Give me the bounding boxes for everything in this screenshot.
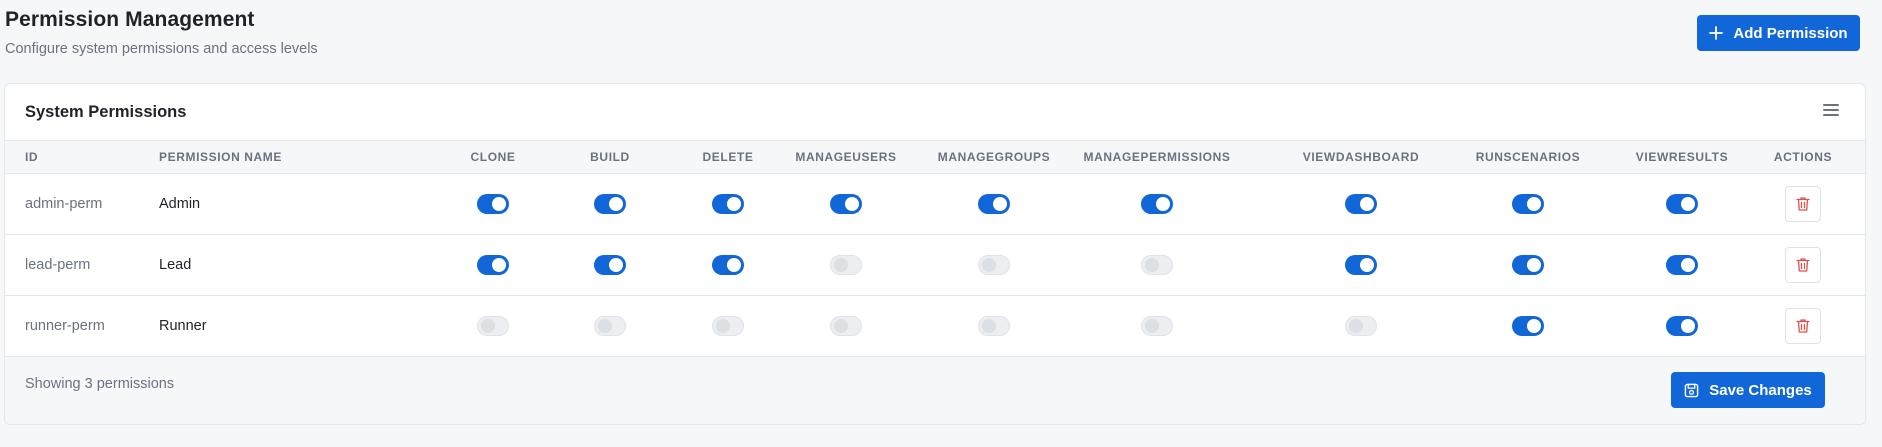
add-permission-label: Add Permission [1733, 24, 1848, 42]
toggle-knob [1360, 197, 1374, 211]
permission-id: lead-perm [25, 257, 91, 273]
toggle-knob [609, 197, 623, 211]
toggle-knob [982, 258, 996, 272]
column-header: ID [25, 150, 39, 164]
toggle-knob [1349, 319, 1363, 333]
column-header: MANAGEPERMISSIONS [1083, 150, 1231, 164]
column-header: VIEWDASHBOARD [1302, 150, 1420, 164]
permissions-count: Showing 3 permissions [25, 376, 175, 392]
save-changes-button[interactable]: Save Changes [1671, 372, 1825, 408]
toggle-knob [1527, 258, 1541, 272]
toggle-knob [845, 197, 859, 211]
toggle-managepermissions[interactable] [1141, 316, 1173, 336]
trash-icon [1796, 319, 1810, 333]
column-header: PERMISSION NAME [159, 150, 283, 164]
permission-id: admin-perm [25, 196, 103, 212]
delete-permission-button[interactable] [1785, 247, 1821, 283]
toggle-runscenarios[interactable] [1512, 194, 1544, 214]
toggle-delete[interactable] [712, 194, 744, 214]
toggle-build[interactable] [594, 316, 626, 336]
toggle-knob [609, 258, 623, 272]
toggle-clone[interactable] [477, 255, 509, 275]
toggle-delete[interactable] [712, 316, 744, 336]
toggle-runscenarios[interactable] [1512, 255, 1544, 275]
toggle-runscenarios[interactable] [1512, 316, 1544, 336]
toggle-managegroups[interactable] [978, 255, 1010, 275]
column-header: MANAGEUSERS [795, 150, 897, 164]
table-footer: Showing 3 permissions Save Changes [5, 357, 1865, 424]
table-row: runner-perm Runner [5, 296, 1865, 357]
column-header: CLONE [470, 150, 516, 164]
toggle-knob [727, 197, 741, 211]
toggle-knob [716, 319, 730, 333]
toggle-build[interactable] [594, 194, 626, 214]
column-header: MANAGEGROUPS [937, 150, 1051, 164]
toggle-knob [1360, 258, 1374, 272]
card-header: System Permissions [5, 84, 1865, 141]
toggle-viewresults[interactable] [1666, 194, 1698, 214]
toggle-manageusers[interactable] [830, 194, 862, 214]
toggle-knob [1681, 258, 1695, 272]
column-header: VIEWRESULTS [1635, 150, 1729, 164]
toggle-managegroups[interactable] [978, 316, 1010, 336]
trash-icon [1796, 258, 1810, 272]
toggle-delete[interactable] [712, 255, 744, 275]
permission-name: Runner [159, 318, 207, 334]
toggle-knob [598, 319, 612, 333]
toggle-knob [1156, 197, 1170, 211]
column-header: RUNSCENARIOS [1475, 150, 1581, 164]
column-header: ACTIONS [1773, 150, 1833, 164]
toggle-knob [492, 197, 506, 211]
toggle-build[interactable] [594, 255, 626, 275]
card-title: System Permissions [25, 103, 187, 121]
toggle-knob [834, 319, 848, 333]
permission-name: Admin [159, 196, 201, 212]
permission-name: Lead [159, 257, 192, 273]
toggle-manageusers[interactable] [830, 316, 862, 336]
page-title: Permission Management [5, 8, 255, 31]
toggle-managepermissions[interactable] [1141, 255, 1173, 275]
toggle-managepermissions[interactable] [1141, 194, 1173, 214]
table-row: lead-perm Lead [5, 235, 1865, 296]
toggle-knob [1527, 197, 1541, 211]
toggle-knob [834, 258, 848, 272]
delete-permission-button[interactable] [1785, 308, 1821, 344]
toggle-viewdashboard[interactable] [1345, 255, 1377, 275]
permissions-card: System Permissions ID PERMISSION NAME CLON… [4, 83, 1866, 425]
toggle-knob [1681, 319, 1695, 333]
delete-permission-button[interactable] [1785, 186, 1821, 222]
toggle-knob [727, 258, 741, 272]
toggle-clone[interactable] [477, 316, 509, 336]
toggle-manageusers[interactable] [830, 255, 862, 275]
toggle-knob [1145, 258, 1159, 272]
permission-id: runner-perm [25, 318, 105, 334]
page-subtitle: Configure system permissions and access … [5, 41, 318, 57]
add-permission-button[interactable]: Add Permission [1697, 15, 1860, 51]
table-row: admin-perm Admin [5, 174, 1865, 235]
toggle-knob [982, 319, 996, 333]
toggle-viewresults[interactable] [1666, 316, 1698, 336]
toggle-viewdashboard[interactable] [1345, 194, 1377, 214]
toggle-knob [481, 319, 495, 333]
table-header: ID PERMISSION NAME CLONE BUILD DELETE MANAGEU… [5, 141, 1865, 174]
column-header: DELETE [702, 150, 754, 164]
plus-icon [1709, 26, 1724, 40]
menu-icon[interactable] [1823, 104, 1839, 118]
save-icon [1684, 383, 1699, 397]
toggle-knob [993, 197, 1007, 211]
toggle-knob [1527, 319, 1541, 333]
save-changes-label: Save Changes [1709, 381, 1812, 399]
toggle-knob [1681, 197, 1695, 211]
toggle-clone[interactable] [477, 194, 509, 214]
column-header: BUILD [590, 150, 630, 164]
toggle-viewdashboard[interactable] [1345, 316, 1377, 336]
toggle-knob [1145, 319, 1159, 333]
trash-icon [1796, 197, 1810, 211]
toggle-viewresults[interactable] [1666, 255, 1698, 275]
toggle-knob [492, 258, 506, 272]
toggle-managegroups[interactable] [978, 194, 1010, 214]
